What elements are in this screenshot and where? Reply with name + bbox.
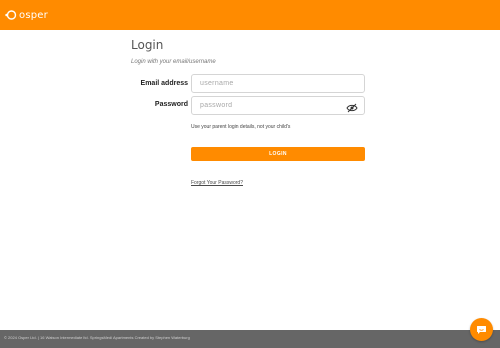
footer: © 2024 Osper Ltd. | 16 Watson Intermedia…	[0, 330, 500, 348]
footer-text: © 2024 Osper Ltd. | 16 Watson Intermedia…	[4, 335, 190, 340]
login-hint: Use your parent login details, not your …	[191, 124, 291, 130]
email-field[interactable]	[191, 74, 365, 93]
chat-button[interactable]	[470, 318, 493, 341]
password-field[interactable]	[191, 96, 365, 115]
osper-logo-icon	[5, 10, 17, 20]
chat-icon	[477, 325, 486, 334]
email-label: Email address	[140, 80, 188, 87]
page-title: Login	[131, 38, 164, 52]
password-label: Password	[154, 101, 188, 108]
brand-name: osper	[19, 9, 48, 21]
forgot-password-link[interactable]: Forgot Your Password?	[191, 180, 243, 186]
eye-off-icon[interactable]	[346, 100, 358, 113]
page-subtitle: Login with your email/username	[131, 59, 216, 65]
login-button[interactable]: LOGIN	[191, 147, 365, 161]
top-bar: osper	[0, 0, 500, 30]
brand-logo[interactable]: osper	[5, 7, 48, 23]
